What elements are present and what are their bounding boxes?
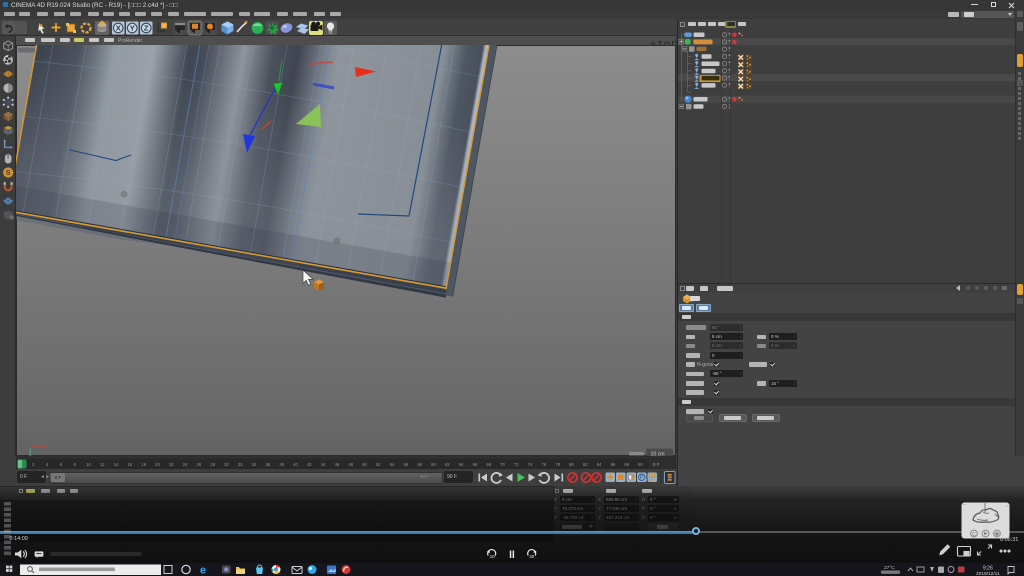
svg-text:38: 38 (279, 462, 284, 467)
svg-text:4: 4 (46, 462, 49, 467)
svg-text:40: 40 (293, 462, 298, 467)
svg-text:88: 88 (624, 462, 629, 467)
svg-text:78: 78 (555, 462, 560, 467)
svg-text:30: 30 (529, 554, 535, 559)
svg-text:X: X (116, 24, 121, 33)
svg-text:66: 66 (473, 462, 478, 467)
svg-text:46: 46 (335, 462, 340, 467)
svg-text:50: 50 (362, 462, 367, 467)
svg-text:20: 20 (155, 462, 160, 467)
svg-text:26: 26 (197, 462, 202, 467)
svg-text:16: 16 (128, 462, 133, 467)
svg-text:74: 74 (528, 462, 533, 467)
svg-text:32: 32 (238, 462, 243, 467)
svg-text:18: 18 (141, 462, 146, 467)
svg-text:22: 22 (169, 462, 174, 467)
svg-text:9:26: 9:26 (983, 566, 993, 572)
svg-text:52: 52 (376, 462, 381, 467)
svg-text:28: 28 (210, 462, 215, 467)
svg-text:90: 90 (638, 462, 643, 467)
svg-text:2019/12/11: 2019/12/11 (976, 571, 1000, 576)
svg-text:58: 58 (417, 462, 422, 467)
svg-text:0 F: 0 F (653, 462, 660, 467)
svg-text:42: 42 (307, 462, 312, 467)
svg-text:8: 8 (74, 462, 77, 467)
svg-text:84: 84 (597, 462, 602, 467)
svg-text:C: C (972, 532, 976, 538)
svg-text:56: 56 (404, 462, 409, 467)
svg-text:P: P (640, 475, 644, 481)
svg-text:30: 30 (224, 462, 229, 467)
svg-text:Y: Y (130, 24, 135, 33)
svg-text:72: 72 (514, 462, 519, 467)
svg-text:62: 62 (445, 462, 450, 467)
svg-text:76: 76 (542, 462, 547, 467)
svg-text:64: 64 (459, 462, 464, 467)
svg-text:10: 10 (86, 462, 91, 467)
svg-text:S: S (6, 170, 11, 177)
svg-text:86: 86 (611, 462, 616, 467)
svg-text:44: 44 (321, 462, 326, 467)
svg-text:34: 34 (252, 462, 257, 467)
svg-text:48: 48 (348, 462, 353, 467)
svg-text:24: 24 (183, 462, 188, 467)
svg-text:2: 2 (32, 462, 35, 467)
svg-text:10: 10 (490, 554, 496, 559)
svg-text:27°C: 27°C (884, 565, 895, 571)
svg-text:68: 68 (486, 462, 491, 467)
svg-text:82: 82 (583, 462, 588, 467)
svg-text:6: 6 (60, 462, 63, 467)
svg-text:Z: Z (144, 24, 149, 33)
svg-text:36: 36 (266, 462, 271, 467)
svg-text:14: 14 (114, 462, 119, 467)
svg-text:60: 60 (431, 462, 436, 467)
svg-text:70: 70 (500, 462, 505, 467)
svg-text:12: 12 (100, 462, 105, 467)
svg-text:80: 80 (569, 462, 574, 467)
svg-text:e: e (200, 565, 206, 576)
svg-text:54: 54 (390, 462, 395, 467)
